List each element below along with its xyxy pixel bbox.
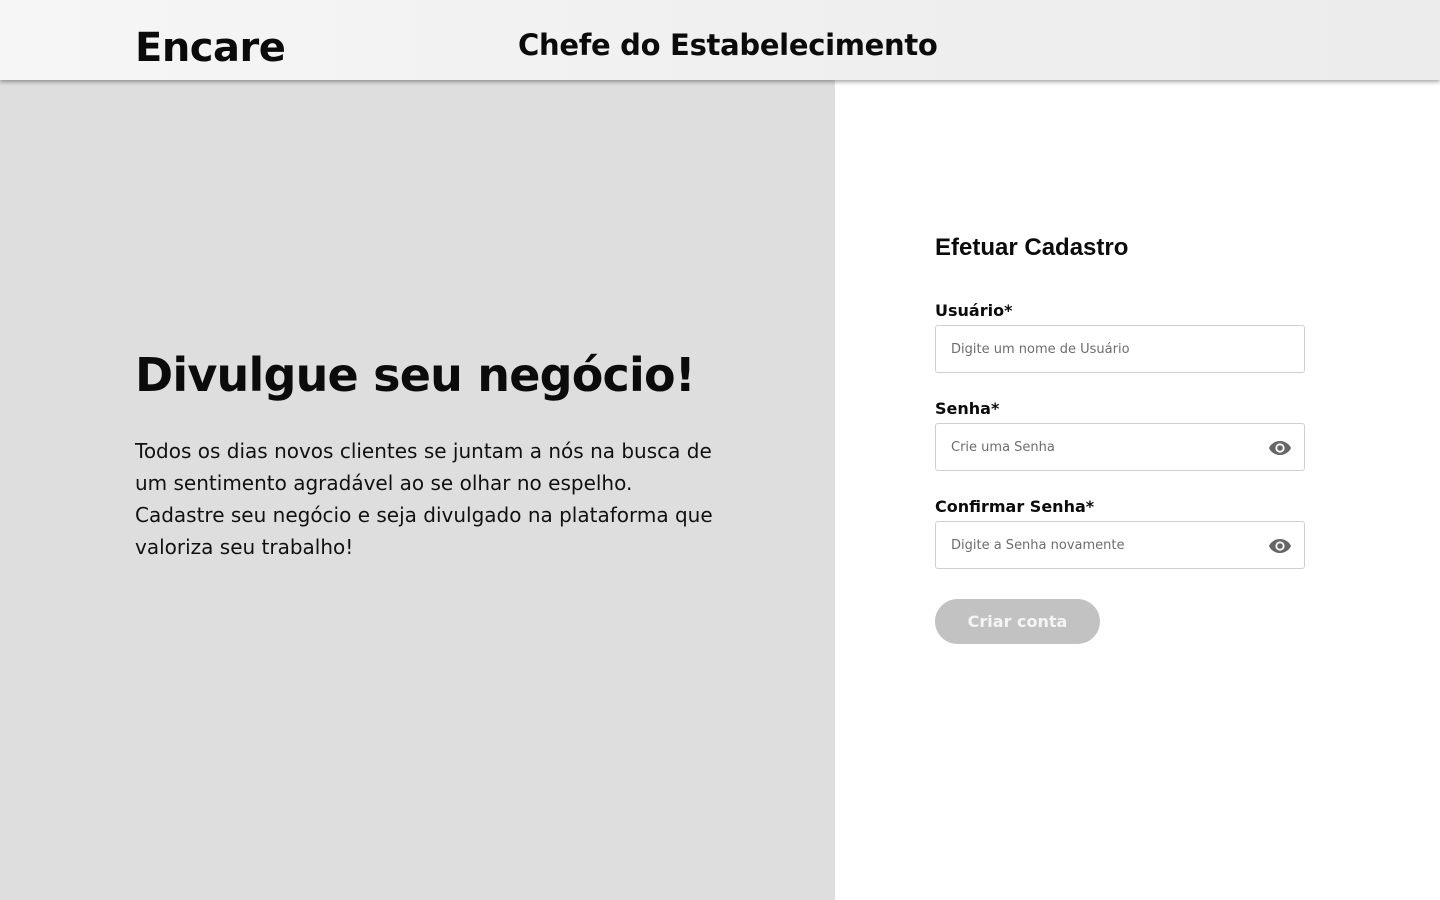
username-label: Usuário* [935, 301, 1013, 320]
eye-icon[interactable] [1268, 438, 1292, 458]
hero-title: Divulgue seu negócio! [135, 348, 696, 402]
username-field-container [935, 325, 1305, 373]
confirm-password-input[interactable] [936, 522, 1304, 568]
eye-icon[interactable] [1268, 536, 1292, 556]
app-logo[interactable]: Encare [135, 22, 286, 74]
form-title: Efetuar Cadastro [935, 234, 1129, 261]
top-header: Encare Chefe do Estabelecimento [0, 0, 1440, 80]
username-input[interactable] [936, 326, 1304, 372]
password-input[interactable] [936, 424, 1304, 470]
hero-description: Todos os dias novos clientes se juntam a… [135, 439, 713, 559]
confirm-password-label: Confirmar Senha* [935, 497, 1095, 516]
password-field-container [935, 423, 1305, 471]
create-account-button[interactable]: Criar conta [935, 599, 1100, 644]
confirm-password-field-container [935, 521, 1305, 569]
header-title: Chefe do Estabelecimento [518, 28, 938, 62]
password-label: Senha* [935, 399, 1000, 418]
signup-panel: Efetuar Cadastro Usuário* Senha* Confirm… [835, 80, 1440, 900]
hero-panel: Divulgue seu negócio! Todos os dias novo… [0, 80, 835, 900]
